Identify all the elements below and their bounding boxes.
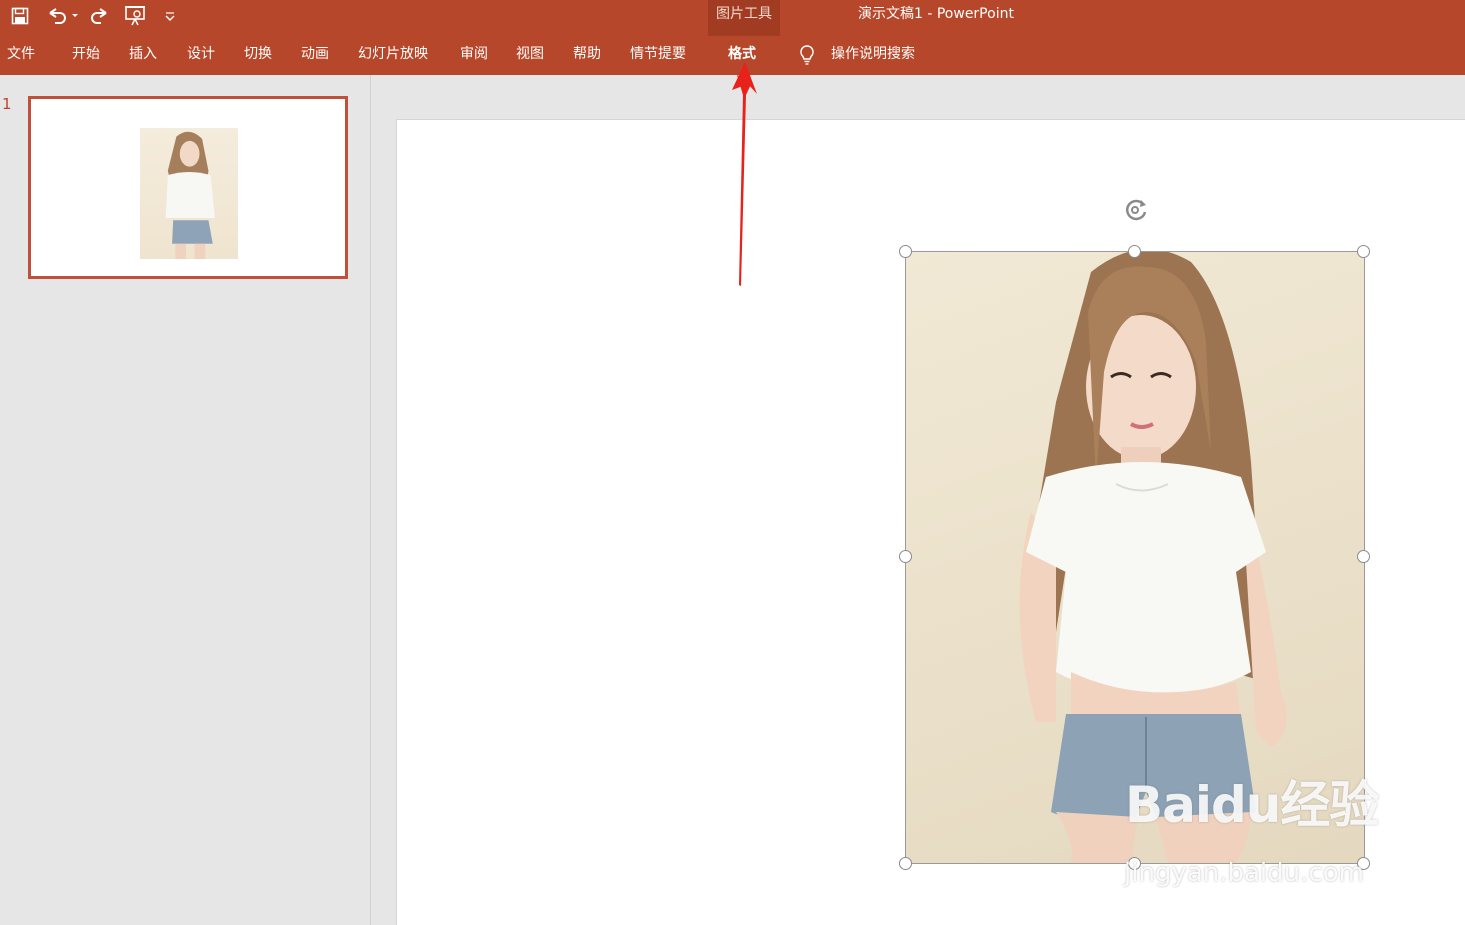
tab-insert[interactable]: 插入 bbox=[129, 45, 157, 63]
tab-review[interactable]: 审阅 bbox=[460, 45, 488, 63]
document-title: 演示文稿1 - PowerPoint bbox=[858, 6, 1014, 22]
thumbnail-photo bbox=[140, 128, 238, 259]
tab-design[interactable]: 设计 bbox=[187, 45, 215, 63]
tab-animations[interactable]: 动画 bbox=[301, 45, 329, 63]
tab-view[interactable]: 视图 bbox=[516, 45, 544, 63]
undo-button[interactable] bbox=[44, 4, 80, 28]
slide-number: 1 bbox=[2, 95, 12, 113]
slideshow-icon bbox=[125, 6, 145, 26]
tab-storyboarding[interactable]: 情节提要 bbox=[630, 45, 686, 63]
tab-help[interactable]: 帮助 bbox=[573, 45, 601, 63]
watermark-url: jingyan.baidu.com bbox=[1124, 858, 1364, 888]
resize-handle-top[interactable] bbox=[1128, 245, 1141, 258]
resize-handle-top-left[interactable] bbox=[899, 245, 912, 258]
lightbulb-icon bbox=[800, 45, 814, 65]
tab-home[interactable]: 开始 bbox=[72, 45, 100, 63]
redo-icon bbox=[91, 8, 107, 24]
chevron-down-icon bbox=[165, 12, 175, 21]
undo-icon bbox=[49, 8, 78, 24]
customize-toolbar-button[interactable] bbox=[160, 4, 180, 28]
resize-handle-top-right[interactable] bbox=[1357, 245, 1370, 258]
tab-slideshow[interactable]: 幻灯片放映 bbox=[358, 45, 428, 63]
rotate-handle[interactable] bbox=[1121, 196, 1153, 228]
save-icon bbox=[11, 7, 29, 25]
tell-me-button[interactable] bbox=[798, 44, 816, 70]
tell-me-label[interactable]: 操作说明搜索 bbox=[831, 45, 915, 63]
save-button[interactable] bbox=[8, 4, 32, 28]
rotate-icon bbox=[1125, 199, 1147, 221]
resize-handle-left[interactable] bbox=[899, 550, 912, 563]
tab-file[interactable]: 文件 bbox=[7, 45, 35, 63]
resize-handle-right[interactable] bbox=[1357, 550, 1370, 563]
baidu-jingyan-watermark: Baidu经验 bbox=[1125, 776, 1379, 834]
resize-handle-bottom-left[interactable] bbox=[899, 857, 912, 870]
redo-button[interactable] bbox=[88, 4, 112, 28]
tab-transitions[interactable]: 切换 bbox=[244, 45, 272, 63]
start-slideshow-button[interactable] bbox=[122, 4, 150, 28]
